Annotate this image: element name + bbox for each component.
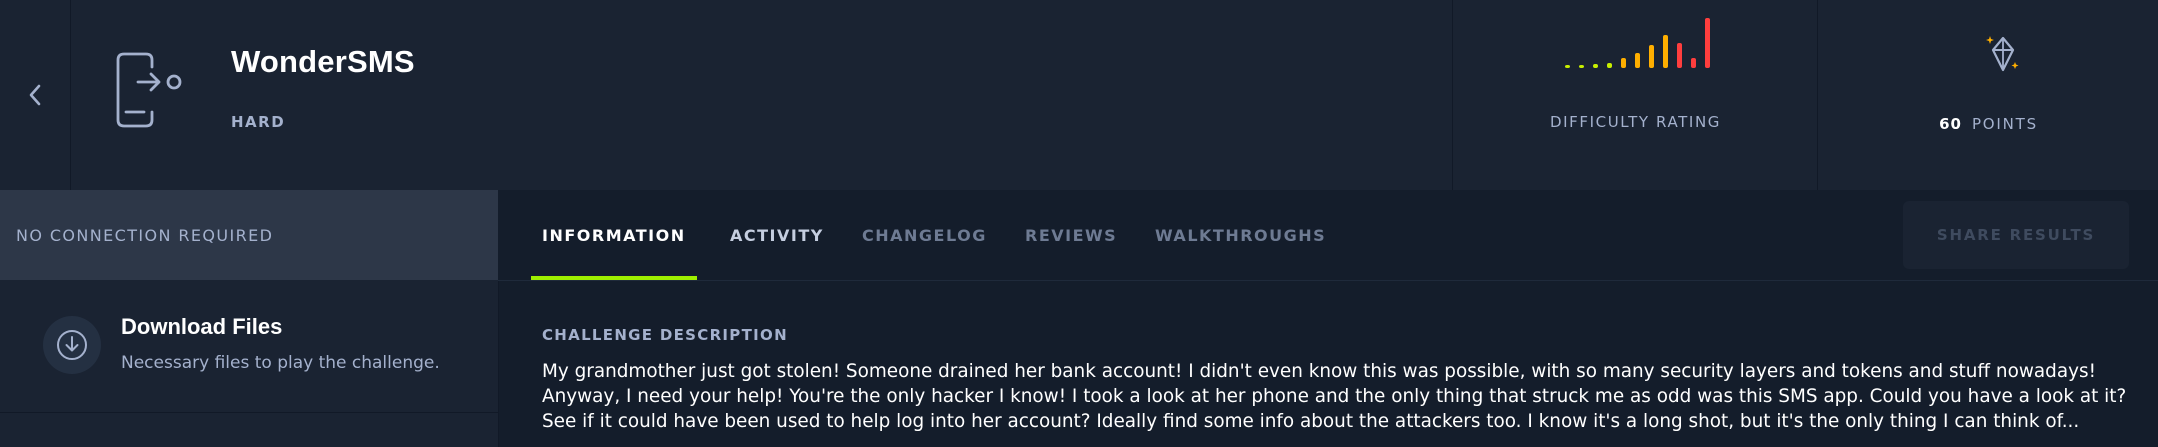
difficulty-rating-bar	[1621, 58, 1626, 68]
difficulty-rating-bar	[1691, 58, 1696, 68]
chevron-left-icon	[29, 84, 41, 106]
difficulty-rating-bar	[1593, 64, 1598, 68]
phone-exit-icon	[116, 52, 182, 128]
connection-status-label: NO CONNECTION REQUIRED	[16, 225, 274, 245]
difficulty-rating-chart	[1565, 18, 1710, 68]
points-label: POINTS	[1971, 115, 2038, 133]
connection-status-panel: NO CONNECTION REQUIRED	[0, 190, 498, 280]
tab-information[interactable]: INFORMATION	[531, 190, 697, 280]
difficulty-rating-bar	[1705, 18, 1710, 68]
points-panel: 60 POINTS	[1817, 0, 2158, 190]
difficulty-rating-bar	[1649, 45, 1654, 68]
challenge-description-text: My grandmother just got stolen! Someone …	[542, 361, 2127, 432]
difficulty-rating-label: DIFFICULTY RATING	[1549, 113, 1722, 131]
difficulty-rating-panel: DIFFICULTY RATING	[1452, 0, 1818, 190]
difficulty-rating-bar	[1663, 35, 1668, 68]
challenge-header: WonderSMS HARD DIFFICULTY RATING 60 POINT…	[0, 0, 2158, 190]
difficulty-rating-bar	[1607, 63, 1612, 68]
download-title: Download Files	[121, 314, 283, 339]
tab-walkthroughs[interactable]: WALKTHROUGHS	[1155, 190, 1326, 280]
challenge-description-heading: CHALLENGE DESCRIPTION	[542, 326, 788, 344]
points-text: 60 POINTS	[1818, 114, 2158, 133]
challenge-content: CHALLENGE DESCRIPTION My grandmother jus…	[498, 281, 2158, 447]
share-results-button[interactable]: SHARE RESULTS	[1903, 201, 2129, 269]
tab-activity[interactable]: ACTIVITY	[730, 190, 824, 280]
download-subtitle: Necessary files to play the challenge.	[121, 353, 440, 373]
tab-changelog[interactable]: CHANGELOG	[862, 190, 987, 280]
challenge-title: WonderSMS	[231, 44, 415, 79]
difficulty-rating-bar	[1635, 53, 1640, 68]
difficulty-rating-bar	[1677, 43, 1682, 68]
difficulty-rating-bar	[1565, 65, 1570, 68]
download-files-button[interactable]: Download Files Necessary files to play t…	[0, 280, 498, 413]
sidebar: Download Files Necessary files to play t…	[0, 280, 499, 447]
difficulty-badge: HARD	[231, 113, 286, 131]
download-icon	[43, 316, 101, 374]
back-button[interactable]	[0, 0, 71, 190]
tab-reviews[interactable]: REVIEWS	[1025, 190, 1117, 280]
points-value: 60	[1939, 115, 1962, 133]
difficulty-rating-bar	[1579, 65, 1584, 68]
diamond-sparkle-icon	[1986, 36, 2019, 72]
